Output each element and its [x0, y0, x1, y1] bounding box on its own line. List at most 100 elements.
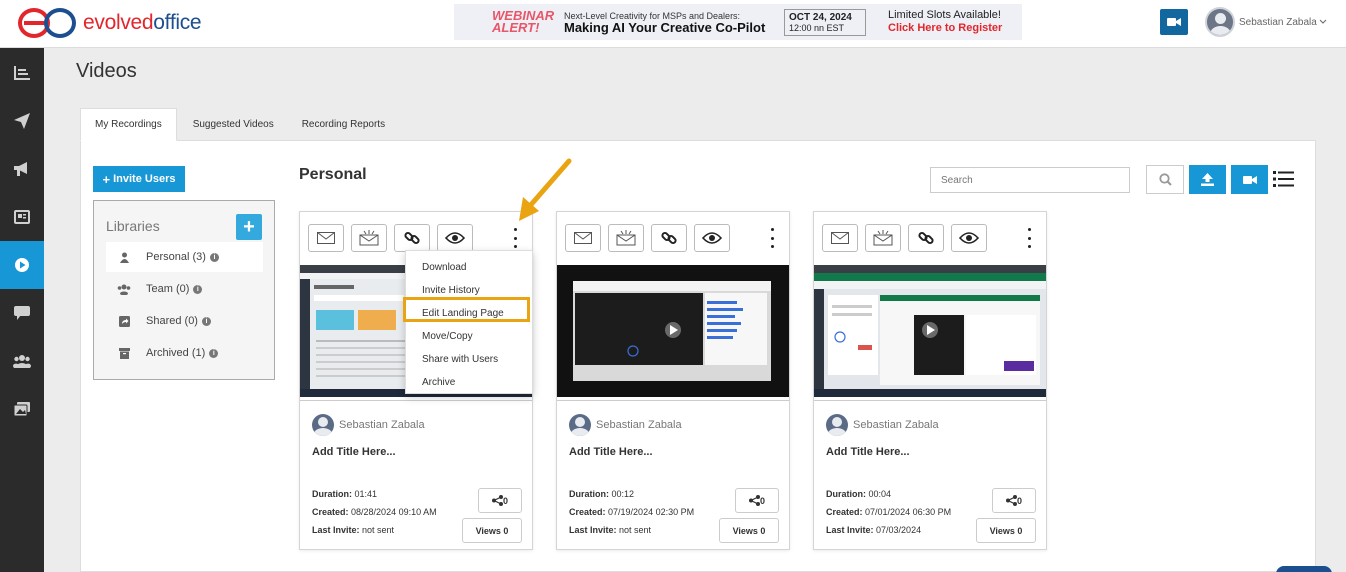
header-record-button[interactable]	[1160, 9, 1188, 35]
user-name: Sebastian Zabala	[1239, 16, 1317, 28]
bulk-email-button[interactable]	[608, 224, 644, 252]
video-preview-image	[557, 265, 789, 397]
created-value: 08/28/2024 09:10 AM	[351, 507, 437, 517]
bulk-email-button[interactable]	[865, 224, 901, 252]
list-view-button[interactable]	[1272, 168, 1294, 190]
more-options-button[interactable]	[510, 228, 520, 248]
sidebar-item-contacts[interactable]	[0, 337, 44, 385]
evolvedoffice-logo[interactable]: evolvedoffice	[18, 8, 202, 38]
author-name: Sebastian Zabala	[339, 419, 425, 431]
eye-icon	[959, 232, 979, 244]
bulk-email-button[interactable]	[351, 224, 387, 252]
last-invite-value: not sent	[362, 525, 395, 535]
duration-value: 00:12	[611, 489, 635, 499]
copy-link-button[interactable]	[908, 224, 944, 252]
video-camera-icon	[1242, 175, 1257, 184]
mass-email-icon	[873, 230, 893, 246]
info-icon: i	[209, 252, 219, 262]
menu-item-move-copy[interactable]: Move/Copy	[406, 325, 532, 348]
sidebar-item-chat[interactable]	[0, 289, 44, 337]
webinar-banner[interactable]: WEBINAR ALERT! Next-Level Creativity for…	[454, 4, 1022, 40]
last-invite-label: Last Invite:	[826, 525, 874, 535]
info-icon: i	[209, 348, 219, 358]
video-thumbnail[interactable]	[814, 265, 1046, 397]
email-button[interactable]	[822, 224, 858, 252]
share-icon	[748, 495, 760, 506]
video-title[interactable]: Add Title Here...	[312, 446, 396, 458]
more-options-button[interactable]	[767, 228, 777, 248]
sidebar	[0, 48, 44, 572]
sidebar-item-campaigns[interactable]	[0, 145, 44, 193]
tab-suggested-videos[interactable]: Suggested Videos	[179, 108, 288, 140]
search-button[interactable]	[1146, 165, 1184, 194]
banner-headline: Making AI Your Creative Co-Pilot	[564, 20, 766, 35]
share-icon	[1005, 495, 1017, 506]
upload-video-button[interactable]	[1189, 165, 1226, 194]
preview-button[interactable]	[437, 224, 473, 252]
avatar	[1205, 7, 1235, 37]
menu-item-download[interactable]: Download	[406, 256, 532, 279]
sidebar-item-send[interactable]	[0, 97, 44, 145]
link-icon	[661, 231, 677, 245]
menu-item-archive[interactable]: Archive	[406, 371, 532, 394]
banner-cta[interactable]: Click Here to Register	[888, 22, 1002, 35]
email-button[interactable]	[565, 224, 601, 252]
tab-my-recordings[interactable]: My Recordings	[80, 108, 177, 141]
author-name: Sebastian Zabala	[853, 419, 939, 431]
video-thumbnail[interactable]	[557, 265, 789, 397]
section-title: Personal	[299, 166, 367, 183]
share-count-button[interactable]: 0	[735, 488, 779, 513]
help-widget-tab[interactable]	[1276, 566, 1332, 572]
sidebar-item-dashboard[interactable]	[0, 49, 44, 97]
add-library-button[interactable]: +	[236, 214, 262, 240]
views-button[interactable]: Views 0	[462, 518, 522, 543]
newspaper-icon	[14, 210, 30, 224]
menu-item-share-with-users[interactable]: Share with Users	[406, 348, 532, 371]
last-invite-label: Last Invite:	[312, 525, 360, 535]
libraries-panel: Libraries + Personal (3) i Team (0) i Sh…	[93, 200, 275, 380]
views-button[interactable]: Views 0	[976, 518, 1036, 543]
sidebar-item-videos[interactable]	[0, 241, 44, 289]
preview-button[interactable]	[951, 224, 987, 252]
search-input[interactable]: Search	[930, 167, 1130, 193]
invite-users-button[interactable]: + Invite Users	[93, 166, 185, 192]
page-title: Videos	[76, 60, 137, 82]
last-invite-value: 07/03/2024	[876, 525, 922, 535]
last-invite-label: Last Invite:	[569, 525, 617, 535]
created-label: Created:	[312, 507, 349, 517]
duration-label: Duration:	[826, 489, 866, 499]
gallery-icon	[14, 402, 30, 416]
views-button[interactable]: Views 0	[719, 518, 779, 543]
library-item-shared[interactable]: Shared (0) i	[106, 306, 263, 336]
logo-mark-icon	[18, 8, 76, 38]
library-item-personal[interactable]: Personal (3) i	[106, 242, 263, 272]
tab-recording-reports[interactable]: Recording Reports	[288, 108, 399, 140]
copy-link-button[interactable]	[651, 224, 687, 252]
video-camera-icon	[1167, 18, 1181, 26]
share-count-button[interactable]: 0	[992, 488, 1036, 513]
user-menu[interactable]: Sebastian Zabala	[1205, 7, 1327, 37]
video-title[interactable]: Add Title Here...	[569, 446, 653, 458]
video-preview-image	[814, 265, 1046, 397]
logo-text-part2: office	[153, 11, 202, 34]
video-title[interactable]: Add Title Here...	[826, 446, 910, 458]
logo-text-part1: evolved	[83, 11, 154, 34]
chat-icon	[14, 306, 30, 320]
library-item-archived[interactable]: Archived (1) i	[106, 338, 263, 368]
copy-link-button[interactable]	[394, 224, 430, 252]
sidebar-item-media[interactable]	[0, 385, 44, 433]
info-icon: i	[201, 316, 211, 326]
preview-button[interactable]	[694, 224, 730, 252]
sidebar-item-newsletters[interactable]	[0, 193, 44, 241]
share-count-button[interactable]: 0	[478, 488, 522, 513]
link-icon	[918, 231, 934, 245]
megaphone-icon	[14, 162, 27, 176]
duration-value: 01:41	[354, 489, 378, 499]
library-item-team[interactable]: Team (0) i	[106, 274, 263, 304]
email-button[interactable]	[308, 224, 344, 252]
library-item-label: Archived (1)	[146, 347, 206, 359]
more-options-button[interactable]	[1024, 228, 1034, 248]
plus-icon: +	[102, 171, 111, 187]
record-video-button[interactable]	[1231, 165, 1268, 194]
banner-date: OCT 24, 2024	[789, 11, 852, 23]
